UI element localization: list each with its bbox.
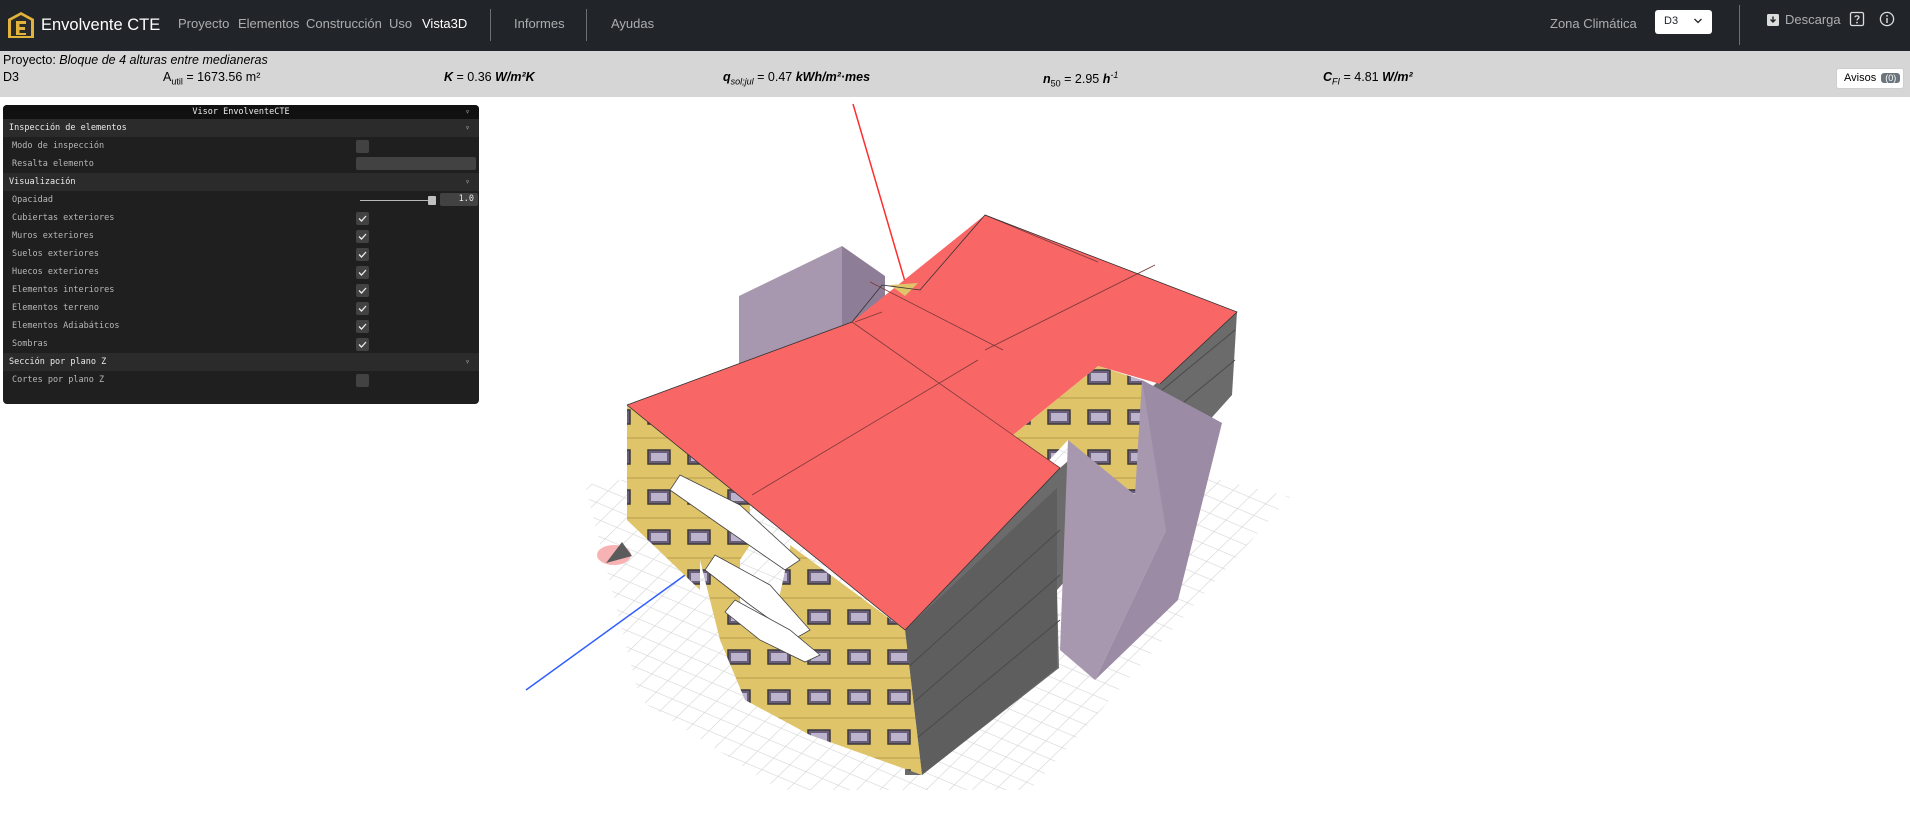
brand[interactable]: Envolvente CTE	[7, 9, 160, 41]
row-suelos-exteriores: Suelos exteriores	[3, 245, 479, 263]
nav-divider	[1739, 5, 1740, 45]
project-name: Bloque de 4 alturas entre medianeras	[59, 53, 268, 67]
download-icon	[1767, 13, 1779, 26]
row-cortes-plano-z: Cortes por plano Z	[3, 371, 479, 389]
descarga-button[interactable]: Descarga	[1766, 12, 1841, 27]
huecos-exteriores-checkbox[interactable]	[356, 266, 369, 279]
resalta-elemento-input[interactable]	[356, 157, 476, 170]
elementos-terreno-checkbox[interactable]	[356, 302, 369, 315]
row-resalta-elemento: Resalta elemento	[3, 155, 479, 173]
indicator-cfi: CFI = 4.81 W/m²	[1323, 70, 1413, 87]
nav-ayudas[interactable]: Ayudas	[611, 16, 654, 31]
nav-construccion[interactable]: Construcción	[306, 16, 382, 31]
avisos-button[interactable]: Avisos (0)	[1836, 68, 1904, 89]
elementos-adiabaticos-checkbox[interactable]	[356, 320, 369, 333]
collapse-icon: ▿	[465, 107, 470, 116]
zona-climatica-label: Zona Climática	[1550, 16, 1637, 31]
nav-divider	[586, 9, 587, 41]
zona-climatica-value: D3	[1664, 15, 1679, 27]
nav-informes[interactable]: Informes	[514, 16, 565, 31]
avisos-label: Avisos	[1844, 72, 1877, 84]
row-opacidad: Opacidad 1.0	[3, 191, 479, 209]
collapse-icon: ▿	[465, 177, 470, 186]
folder-seccion-plano-z[interactable]: Sección por plano Z ▿	[3, 353, 479, 371]
suelos-exteriores-checkbox[interactable]	[356, 248, 369, 261]
opacidad-value-input[interactable]: 1.0	[440, 193, 478, 206]
envolvente-logo-icon	[8, 12, 34, 38]
chevron-down-icon	[1694, 18, 1702, 24]
top-navbar: Envolvente CTE Proyecto Elementos Constr…	[0, 0, 1910, 51]
nav-divider	[490, 9, 491, 41]
checkmark-icon	[358, 215, 367, 222]
app-name: Envolvente CTE	[41, 15, 161, 34]
indicator-autil: Autil = 1673.56 m²	[163, 70, 261, 87]
indicator-n50: n50 = 2.95 h-1	[1043, 70, 1119, 89]
cortes-plano-z-checkbox[interactable]	[356, 374, 369, 387]
collapse-icon: ▿	[465, 123, 470, 132]
folder-inspeccion[interactable]: Inspección de elementos ▿	[3, 119, 479, 137]
folder-visualizacion[interactable]: Visualización ▿	[3, 173, 479, 191]
checkmark-icon	[358, 233, 367, 240]
modo-inspeccion-checkbox[interactable]	[356, 140, 369, 153]
row-elementos-terreno: Elementos terreno	[3, 299, 479, 317]
row-modo-inspeccion: Modo de inspección	[3, 137, 479, 155]
row-elementos-interiores: Elementos interiores	[3, 281, 479, 299]
indicator-qsoljul: qsol;jul = 0.47 kWh/m²·mes	[723, 70, 871, 87]
nav-elementos[interactable]: Elementos	[238, 16, 299, 31]
muros-exteriores-checkbox[interactable]	[356, 230, 369, 243]
indicator-k: K = 0.36 W/m²K	[444, 70, 535, 84]
row-sombras: Sombras	[3, 335, 479, 353]
project-zone: D3	[3, 70, 19, 84]
row-cubiertas-exteriores: Cubiertas exteriores	[3, 209, 479, 227]
checkmark-icon	[358, 341, 367, 348]
collapse-icon: ▿	[465, 357, 470, 366]
visor-panel-title[interactable]: Visor EnvolventeCTE ▿	[3, 105, 479, 119]
nav-uso[interactable]: Uso	[389, 16, 412, 31]
checkmark-icon	[358, 305, 367, 312]
project-title: Proyecto: Bloque de 4 alturas entre medi…	[3, 53, 268, 67]
opacidad-slider[interactable]	[360, 196, 436, 205]
checkmark-icon	[358, 269, 367, 276]
elementos-interiores-checkbox[interactable]	[356, 284, 369, 297]
nav-vista3d[interactable]: Vista3D	[422, 16, 467, 31]
cubiertas-exteriores-checkbox[interactable]	[356, 212, 369, 225]
checkmark-icon	[358, 251, 367, 258]
zona-climatica-select[interactable]: D3	[1655, 10, 1712, 34]
info-icon[interactable]	[1879, 11, 1895, 27]
nav-proyecto[interactable]: Proyecto	[178, 16, 229, 31]
visor-panel: Visor EnvolventeCTE ▿ Inspección de elem…	[3, 105, 479, 404]
row-huecos-exteriores: Huecos exteriores	[3, 263, 479, 281]
checkmark-icon	[358, 287, 367, 294]
descarga-label: Descarga	[1785, 12, 1841, 27]
opacidad-slider-handle[interactable]	[428, 196, 436, 205]
project-summary-bar: Proyecto: Bloque de 4 alturas entre medi…	[0, 51, 1910, 97]
avisos-count-badge: (0)	[1881, 73, 1901, 83]
checkmark-icon	[358, 323, 367, 330]
help-icon[interactable]	[1849, 11, 1865, 27]
sombras-checkbox[interactable]	[356, 338, 369, 351]
row-muros-exteriores: Muros exteriores	[3, 227, 479, 245]
row-elementos-adiabaticos: Elementos Adiabáticos	[3, 317, 479, 335]
